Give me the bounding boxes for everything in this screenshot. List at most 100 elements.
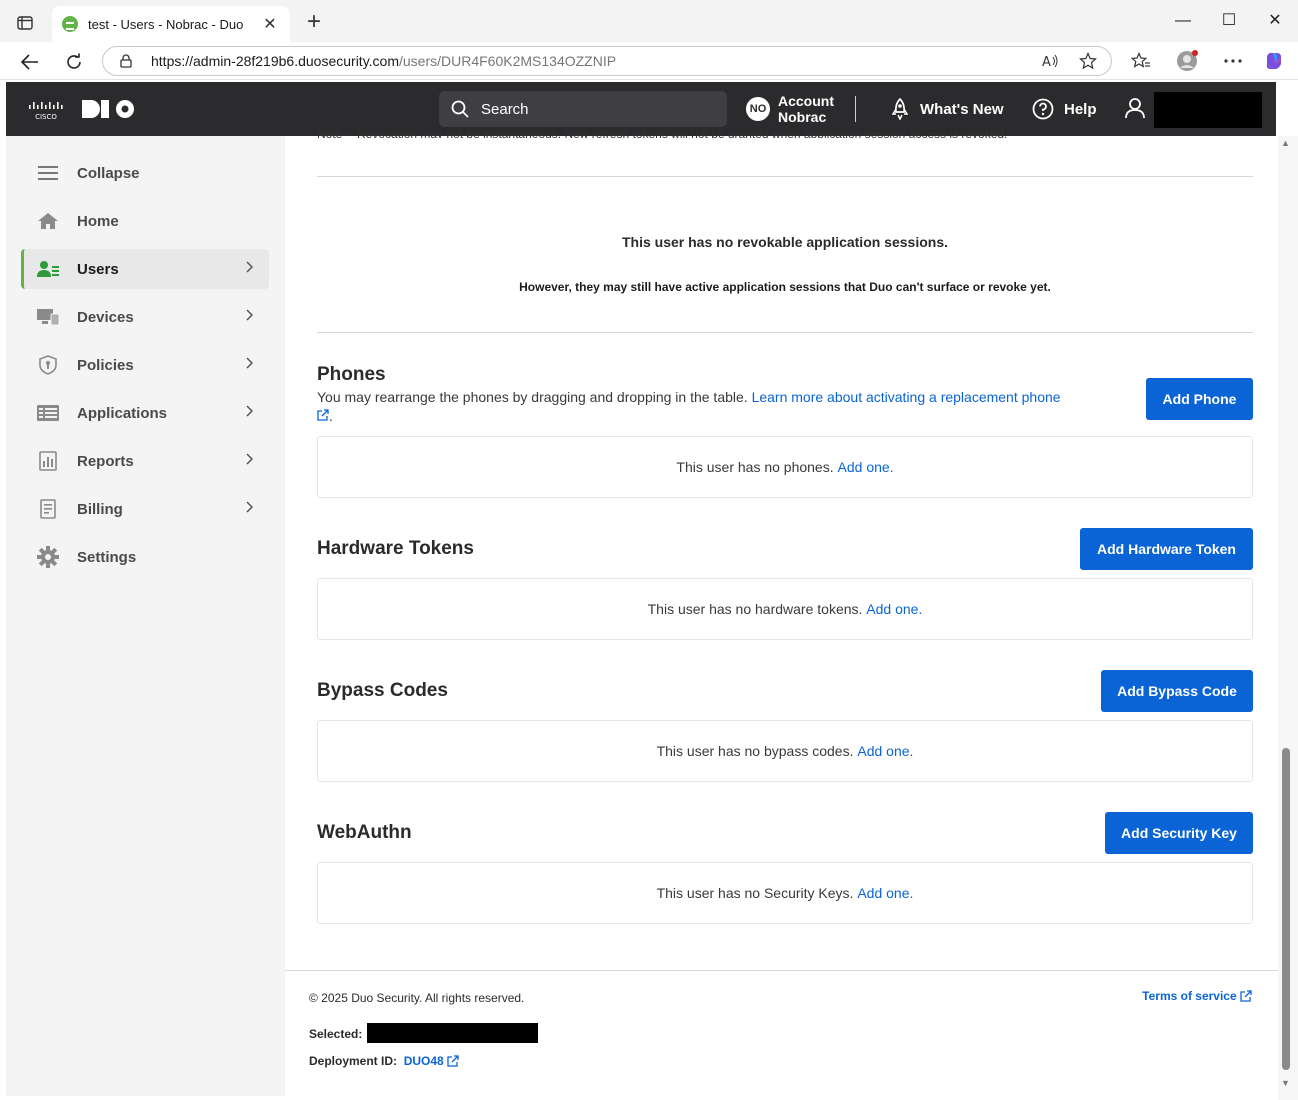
url-host: https://admin-28f219b6.duosecurity.com [151, 53, 399, 69]
webauthn-empty-text: This user has no Security Keys. [656, 885, 854, 901]
no-sessions-text: This user has no revokable application s… [622, 234, 948, 250]
devices-icon [37, 306, 59, 328]
sidebar-item-label: Home [77, 212, 119, 230]
external-link-icon[interactable] [317, 409, 329, 421]
new-tab-button[interactable]: + [302, 10, 326, 34]
sidebar-item-label: Settings [77, 548, 137, 566]
account-label: Account [778, 93, 834, 109]
phones-title: Phones [317, 364, 386, 385]
external-link-icon [1240, 990, 1252, 1002]
home-icon [37, 210, 59, 232]
chevron-right-icon [246, 501, 253, 513]
sidebar-item-billing[interactable]: Billing [21, 489, 269, 529]
tab-close-icon[interactable]: ✕ [260, 14, 280, 34]
duo-logo-icon [82, 100, 134, 118]
help-label: Help [1064, 100, 1097, 118]
phones-empty-box: This user has no phones. Add one. [317, 436, 1253, 498]
lock-icon [120, 54, 132, 68]
tab-actions-icon[interactable] [12, 12, 38, 34]
sidebar-item-settings[interactable]: Settings [21, 537, 269, 577]
duo-favicon-icon [62, 16, 78, 32]
webauthn-title: WebAuthn [317, 822, 412, 843]
sidebar-item-label: Devices [77, 308, 134, 326]
scroll-down-icon[interactable]: ▼ [1281, 1078, 1290, 1088]
phones-desc-period: . [329, 408, 333, 424]
shield-icon [37, 354, 59, 376]
profile-avatar-icon[interactable] [1176, 50, 1198, 72]
sidebar-item-label: Collapse [77, 164, 140, 182]
hamburger-icon [37, 162, 59, 184]
sidebar-item-reports[interactable]: Reports [21, 441, 269, 481]
address-bar[interactable]: https://admin-28f219b6.duosecurity.com/u… [102, 46, 1112, 76]
add-bypass-code-link[interactable]: Add one. [857, 743, 913, 759]
more-options-icon[interactable] [1222, 50, 1244, 72]
sidebar-item-home[interactable]: Home [21, 201, 269, 241]
sidebar-item-label: Billing [77, 500, 123, 518]
terms-of-service-link[interactable]: Terms of service [1142, 989, 1252, 1003]
refresh-icon[interactable] [60, 48, 88, 76]
account-name: Nobrac [778, 109, 827, 125]
phones-empty-text: This user has no phones. [676, 459, 834, 475]
billing-icon [37, 498, 59, 520]
help-link[interactable]: Help [1032, 96, 1097, 122]
rocket-icon [891, 98, 909, 120]
copilot-icon[interactable] [1263, 50, 1285, 72]
account-badge: NO [746, 97, 770, 121]
add-security-key-link[interactable]: Add one. [857, 885, 913, 901]
add-phone-link[interactable]: Add one. [838, 459, 894, 475]
chevron-right-icon [246, 309, 253, 321]
maximize-button[interactable]: ☐ [1206, 8, 1252, 34]
external-link-icon[interactable] [447, 1055, 459, 1067]
sidebar-item-users[interactable]: Users [21, 249, 269, 289]
back-icon[interactable] [16, 48, 44, 76]
sidebar: Collapse Home Users Devices Policies App… [6, 136, 285, 1096]
search-icon [451, 100, 469, 118]
phones-description: You may rearrange the phones by dragging… [317, 388, 1117, 426]
sidebar-item-devices[interactable]: Devices [21, 297, 269, 337]
selected-label-text: Selected: [309, 1027, 363, 1041]
selected-value-redacted [367, 1023, 538, 1043]
add-bypass-code-button[interactable]: Add Bypass Code [1101, 670, 1253, 712]
add-hardware-token-button[interactable]: Add Hardware Token [1080, 528, 1253, 570]
user-icon[interactable] [1124, 97, 1146, 119]
browser-tab[interactable]: test - Users - Nobrac - Duo ✕ [52, 6, 290, 42]
users-icon [37, 258, 59, 280]
user-name-redacted[interactable] [1154, 92, 1262, 128]
divider [317, 332, 1253, 333]
hardware-tokens-empty-box: This user has no hardware tokens. Add on… [317, 578, 1253, 640]
chevron-right-icon [246, 453, 253, 465]
global-search[interactable]: Search [439, 91, 727, 127]
deployment-label: Deployment ID: [309, 1054, 398, 1068]
selected-label: Selected: [309, 1027, 362, 1041]
whats-new-link[interactable]: What's New [890, 96, 1004, 122]
sidebar-item-label: Applications [77, 404, 168, 422]
account-switcher[interactable]: NO Account Nobrac [746, 92, 834, 126]
sidebar-item-policies[interactable]: Policies [21, 345, 269, 385]
svg-text:CISCO: CISCO [35, 113, 57, 121]
sidebar-item-collapse[interactable]: Collapse [21, 153, 269, 193]
sidebar-item-label: Reports [77, 452, 134, 470]
svg-text:A: A [1042, 55, 1051, 70]
read-aloud-icon[interactable]: A [1041, 52, 1059, 70]
add-phone-button[interactable]: Add Phone [1146, 378, 1253, 420]
scrollbar-thumb[interactable] [1282, 748, 1290, 1070]
replacement-phone-link[interactable]: Learn more about activating a replacemen… [752, 389, 1061, 405]
gear-icon [37, 546, 59, 568]
hardware-tokens-empty-text: This user has no hardware tokens. [647, 601, 863, 617]
deployment-id-link[interactable]: DUO48 [404, 1054, 444, 1068]
copyright-text: © 2025 Duo Security. All rights reserved… [309, 991, 525, 1005]
minimize-button[interactable]: — [1160, 8, 1206, 34]
url-path: /users/DUR4F60K2MS134OZZNIP [399, 53, 617, 69]
favorite-star-icon[interactable] [1079, 52, 1097, 70]
bypass-codes-empty-box: This user has no bypass codes. Add one. [317, 720, 1253, 782]
add-hardware-token-link[interactable]: Add one. [866, 601, 922, 617]
scroll-up-icon[interactable]: ▲ [1281, 138, 1290, 148]
bypass-codes-empty-text: This user has no bypass codes. [656, 743, 854, 759]
header-divider [855, 96, 856, 122]
phones-desc-text: You may rearrange the phones by dragging… [317, 389, 748, 405]
close-window-button[interactable]: ✕ [1252, 8, 1298, 34]
tab-title: test - Users - Nobrac - Duo [88, 16, 244, 32]
favorites-icon[interactable] [1130, 50, 1152, 72]
sidebar-item-applications[interactable]: Applications [21, 393, 269, 433]
add-security-key-button[interactable]: Add Security Key [1105, 812, 1253, 854]
